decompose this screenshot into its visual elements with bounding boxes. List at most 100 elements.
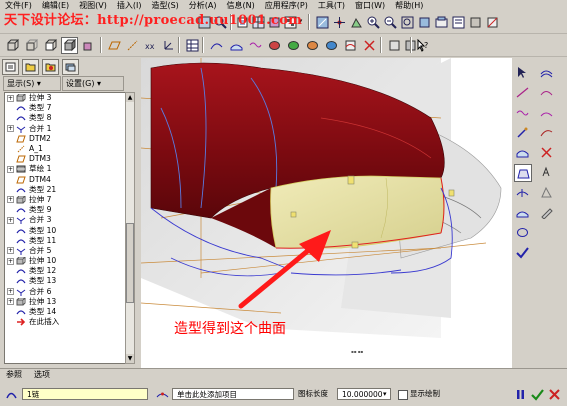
show-plot-checkbox[interactable] [398,390,408,400]
delete-analysis-icon[interactable] [361,37,378,54]
scroll-down-icon[interactable]: ▼ [126,354,134,363]
pencil-icon[interactable] [538,204,554,220]
edit-curve-icon[interactable] [514,124,530,140]
spin-center-icon[interactable] [331,14,348,31]
scroll-up-icon[interactable]: ▲ [126,93,134,102]
datum-points-icon[interactable]: xx [142,37,159,54]
surface-icon[interactable] [538,64,554,80]
drop-curve-icon[interactable] [538,124,554,140]
expand-toggle-icon[interactable]: + [7,298,14,306]
surface-edit-icon[interactable] [514,204,530,220]
reflection-icon[interactable] [285,37,302,54]
tree-item[interactable]: 类型 10 [5,225,125,235]
cancel-x-icon[interactable] [546,386,563,403]
section-analysis-icon[interactable] [342,37,359,54]
boundary-surface-icon[interactable] [514,164,532,182]
delete-curve-icon[interactable] [538,144,554,160]
zoom-in-icon[interactable] [365,14,382,31]
reorient-icon[interactable] [416,14,433,31]
tree-item[interactable]: 在此插入 [5,317,125,327]
view-surface-icon[interactable] [514,224,530,240]
expand-toggle-icon[interactable]: + [7,94,14,102]
tree-item[interactable]: + 拉伸 7 [5,195,125,205]
style-curve-icon[interactable] [208,37,225,54]
add-item-field[interactable]: 单击此处添加项目 [172,388,294,400]
display-mode-icon[interactable] [386,37,403,54]
tree-item[interactable]: 类型 13 [5,276,125,286]
menu-item[interactable]: 工具(T) [313,0,350,11]
tab-references[interactable]: 参照 [0,369,28,381]
shading-icon[interactable] [61,37,78,54]
tree-scrollbar[interactable]: ▲ ▼ [125,92,135,364]
favorites-tab-icon[interactable] [42,59,59,75]
tree-item[interactable]: 类型 11 [5,236,125,246]
pause-icon[interactable] [512,386,529,403]
tree-item[interactable]: DTM4 [5,175,125,185]
tree-item[interactable]: + 草绘 1 [5,164,125,174]
tree-item[interactable]: 类型 8 [5,113,125,123]
context-help-icon[interactable]: ? [414,37,431,54]
expand-toggle-icon[interactable]: + [7,196,14,204]
trim-surface-icon[interactable] [514,144,530,160]
tree-item[interactable]: 类型 12 [5,266,125,276]
expand-toggle-icon[interactable]: + [7,165,14,173]
enhanced-icon[interactable] [80,37,97,54]
tree-item[interactable]: 类型 14 [5,307,125,317]
zoom-out-icon[interactable] [382,14,399,31]
chain-collector-icon[interactable] [3,386,20,403]
datum-planes-icon[interactable] [106,37,123,54]
tree-item[interactable]: + 合并 6 [5,287,125,297]
saved-views-icon[interactable] [433,14,450,31]
no-hidden-icon[interactable] [42,37,59,54]
surface-mesh-icon[interactable] [514,184,530,200]
tree-item[interactable]: + 合并 3 [5,215,125,225]
expand-toggle-icon[interactable]: + [7,216,14,224]
surface-select-icon[interactable] [154,386,171,403]
menu-item[interactable]: 窗口(W) [350,0,390,11]
offset-curve-icon[interactable] [538,104,554,120]
tree-item[interactable]: + 合并 5 [5,246,125,256]
expand-toggle-icon[interactable]: + [7,257,14,265]
slope-icon[interactable] [323,37,340,54]
tree-item[interactable]: DTM2 [5,134,125,144]
curvature-icon[interactable] [247,37,264,54]
chain-field[interactable]: 1链 [22,388,148,400]
style-surface-icon[interactable] [228,37,245,54]
table-icon[interactable] [184,37,201,54]
tree-item[interactable]: + 合并 1 [5,124,125,134]
csys-icon[interactable] [160,37,177,54]
expand-toggle-icon[interactable]: + [7,288,14,296]
folder-tab-icon[interactable] [22,59,39,75]
refit-icon[interactable] [399,14,416,31]
tree-item[interactable]: 类型 9 [5,205,125,215]
select-arrow-icon[interactable] [514,64,530,80]
ok-check-icon[interactable] [529,386,546,403]
datum-axes-icon[interactable] [124,37,141,54]
arc-icon[interactable] [514,104,530,120]
curve-tool-icon[interactable] [514,84,530,100]
layer-tree-icon[interactable] [450,14,467,31]
model-tree-tab-icon[interactable] [2,59,19,75]
menu-item[interactable]: 帮助(H) [390,0,428,11]
expand-toggle-icon[interactable]: + [7,247,14,255]
expand-toggle-icon[interactable]: + [7,125,14,133]
show-dropdown[interactable]: 显示(S) ▾ [3,76,61,91]
tree-item[interactable]: + 拉伸 10 [5,256,125,266]
tab-options[interactable]: 选项 [28,369,56,381]
wireframe-icon[interactable] [4,37,21,54]
curve-from-surface-icon[interactable] [538,84,554,100]
tree-item[interactable]: A_1 [5,144,125,154]
tree-item[interactable]: 类型 7 [5,103,125,113]
length-dropdown-icon[interactable]: ▾ [383,388,387,400]
tree-item[interactable]: + 拉伸 13 [5,297,125,307]
draft-icon[interactable] [304,37,321,54]
curve-network-icon[interactable] [538,184,554,200]
check-done-icon[interactable] [514,244,530,260]
scroll-thumb[interactable] [126,223,134,303]
settings-dropdown[interactable]: 设置(G) ▾ [62,76,124,91]
orient-icon[interactable] [314,14,331,31]
view-normal-icon[interactable] [348,14,365,31]
view-manager-icon[interactable] [467,14,484,31]
hidden-line-icon[interactable] [23,37,40,54]
tree-item[interactable]: + 拉伸 3 [5,93,125,103]
